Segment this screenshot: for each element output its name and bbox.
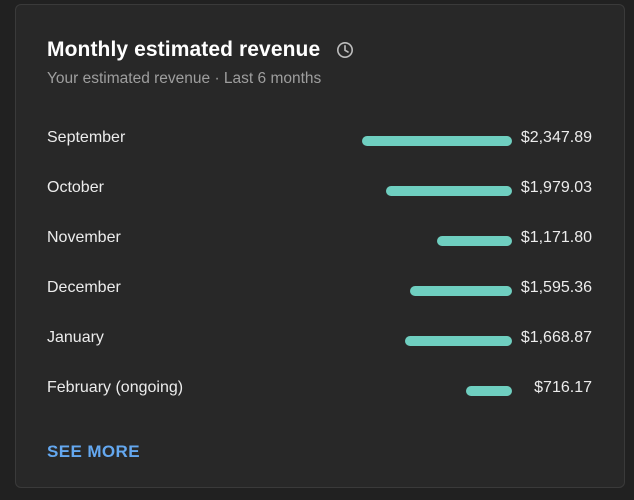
revenue-value: $1,595.36 [520,279,592,296]
revenue-row: November $1,171.80 [47,213,592,263]
revenue-row: December $1,595.36 [47,263,592,313]
revenue-value: $716.17 [534,379,592,396]
title-row: Monthly estimated revenue [47,36,604,64]
month-label: October [47,179,104,196]
month-label: September [47,129,126,146]
revenue-bar [466,386,512,396]
revenue-value: $1,171.80 [520,229,592,246]
month-label: February (ongoing) [47,379,184,396]
clock-icon[interactable] [336,41,354,59]
revenue-value: $1,668.87 [520,329,592,346]
month-label: November [47,229,121,246]
clock-icon-svg [337,42,354,58]
revenue-row: January $1,668.87 [47,313,592,363]
revenue-row: February (ongoing) $716.17 [47,363,592,413]
revenue-bar [437,236,512,246]
revenue-row: September $2,347.89 [47,113,592,163]
card-header: Monthly estimated revenue Your estimated… [47,36,604,88]
card-subtitle: Your estimated revenue · Last 6 months [47,70,322,87]
revenue-bar [410,286,512,296]
month-label: January [47,329,104,346]
revenue-value: $1,979.03 [520,179,592,196]
revenue-card: Monthly estimated revenue Your estimated… [15,4,625,488]
revenue-row: October $1,979.03 [47,163,592,213]
revenue-value: $2,347.89 [520,129,592,146]
month-label: December [47,279,121,296]
revenue-bar [386,186,512,196]
revenue-list: September $2,347.89 October $1,979.03 Novemb… [47,113,592,413]
see-more-link[interactable]: SEE MORE [47,442,140,462]
card-title: Monthly estimated revenue [47,38,321,61]
revenue-bar [405,336,512,346]
revenue-bar [362,136,512,146]
